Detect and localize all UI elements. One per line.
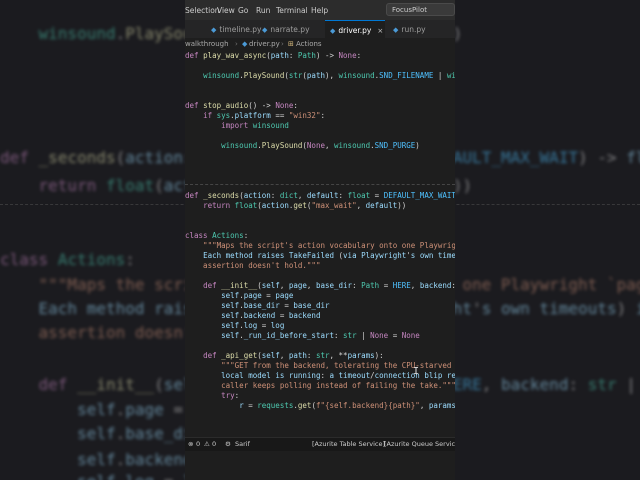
- search-label: FocusPilot: [392, 6, 427, 14]
- code-line: caller keeps polling instead of failing …: [185, 381, 455, 390]
- code-line: def stop_audio() -> None:: [185, 101, 298, 110]
- close-icon[interactable]: ×: [377, 27, 383, 35]
- code-line: self.page = page: [221, 291, 294, 300]
- code-line: r = requests.get(f"{self.backend}{path}"…: [239, 401, 455, 410]
- code-line: assertion doesn't hold.""": [185, 261, 321, 270]
- breadcrumb-symbol[interactable]: Actions: [296, 40, 322, 48]
- menu-item-terminal[interactable]: Terminal: [276, 6, 308, 15]
- code-line: Each method raises TakeFailed (via Playw…: [203, 251, 455, 260]
- python-file-icon: ◆: [242, 40, 248, 48]
- warning-count[interactable]: 0: [212, 440, 216, 448]
- code-line: class Actions:: [185, 231, 249, 240]
- tab-narrate[interactable]: ◆ narrate.py: [262, 20, 310, 38]
- azurite-queue-service[interactable]: [Azurite Queue Service]: [384, 440, 455, 448]
- code-editor[interactable]: def play_wav_async(path: Path) -> None: …: [185, 51, 455, 437]
- chevron-right-icon: ›: [281, 40, 284, 48]
- error-icon: ⊗: [188, 440, 194, 448]
- code-line: def _api_get(self, path: str, **params):: [203, 351, 384, 360]
- breadcrumb-file[interactable]: driver.py: [249, 40, 280, 48]
- code-line: try:: [221, 391, 240, 400]
- code-line: def _seconds(action: dict, default: floa…: [185, 191, 455, 200]
- tab-timeline[interactable]: ◆ timeline.py: [211, 20, 261, 38]
- menu-item-go[interactable]: Go: [238, 6, 248, 15]
- tab-partial[interactable]: [185, 20, 209, 38]
- menu-item-help[interactable]: Help: [311, 6, 328, 15]
- command-center-search[interactable]: FocusPilot: [386, 3, 455, 16]
- background-code-line: self.log = log: [0, 472, 212, 480]
- code-line: def __init__(self, page, base_dir: Path …: [203, 281, 455, 290]
- code-line: self.log = log: [221, 321, 285, 330]
- code-line: """Maps the script's action vocabulary o…: [203, 241, 455, 250]
- breadcrumb: walkthrough › ◆ driver.py › ⊞ Actions: [185, 38, 455, 51]
- warning-icon: ⚠: [204, 440, 210, 448]
- code-line: self.backend = backend: [221, 311, 321, 320]
- code-line: def play_wav_async(path: Path) -> None:: [185, 51, 362, 60]
- menu-bar: Selection View Go Run Terminal Help Focu…: [185, 0, 455, 20]
- code-line: import winsound: [221, 121, 289, 130]
- tab-bar: ◆ timeline.py ◆ narrate.py ◆ driver.py × ◆ ru…: [185, 20, 455, 38]
- code-line: winsound.PlaySound(None, winsound.SND_PU…: [221, 141, 420, 150]
- python-file-icon: ◆: [393, 26, 399, 34]
- error-count[interactable]: 0: [196, 440, 200, 448]
- python-file-icon: ◆: [211, 26, 217, 34]
- menu-item-view[interactable]: View: [217, 6, 235, 15]
- menu-item-run[interactable]: Run: [256, 6, 270, 15]
- sarif-icon: ⚙: [225, 440, 231, 448]
- menu-item-selection[interactable]: Selection: [185, 6, 220, 15]
- status-bar: ⊗ 0 ⚠ 0 ⚙ Sarif [Azurite Table Service] …: [185, 437, 455, 451]
- editor-window: Selection View Go Run Terminal Help Focu…: [185, 0, 455, 480]
- class-symbol-icon: ⊞: [288, 40, 294, 48]
- background-code-line: class Actions:: [0, 250, 135, 269]
- python-file-icon: ◆: [262, 26, 268, 34]
- breadcrumb-folder[interactable]: walkthrough: [185, 40, 229, 48]
- code-line: winsound.PlaySound(str(path), winsound.S…: [203, 71, 455, 80]
- code-line: if sys.platform == "win32":: [203, 111, 325, 120]
- code-line: self._run_id_before_start: str | None = …: [221, 331, 420, 340]
- code-line: self.base_dir = base_dir: [221, 301, 330, 310]
- sarif-status[interactable]: Sarif: [235, 440, 250, 448]
- chevron-right-icon: ›: [235, 40, 238, 48]
- tab-driver[interactable]: ◆ driver.py ×: [325, 20, 385, 38]
- cell-separator: [185, 184, 455, 185]
- tab-run[interactable]: ◆ run.py: [393, 20, 426, 38]
- text-cursor-icon: I: [413, 366, 420, 377]
- python-file-icon: ◆: [330, 27, 336, 35]
- azurite-table-service[interactable]: [Azurite Table Service]: [312, 440, 385, 448]
- code-line: return float(action.get("max_wait", defa…: [203, 201, 407, 210]
